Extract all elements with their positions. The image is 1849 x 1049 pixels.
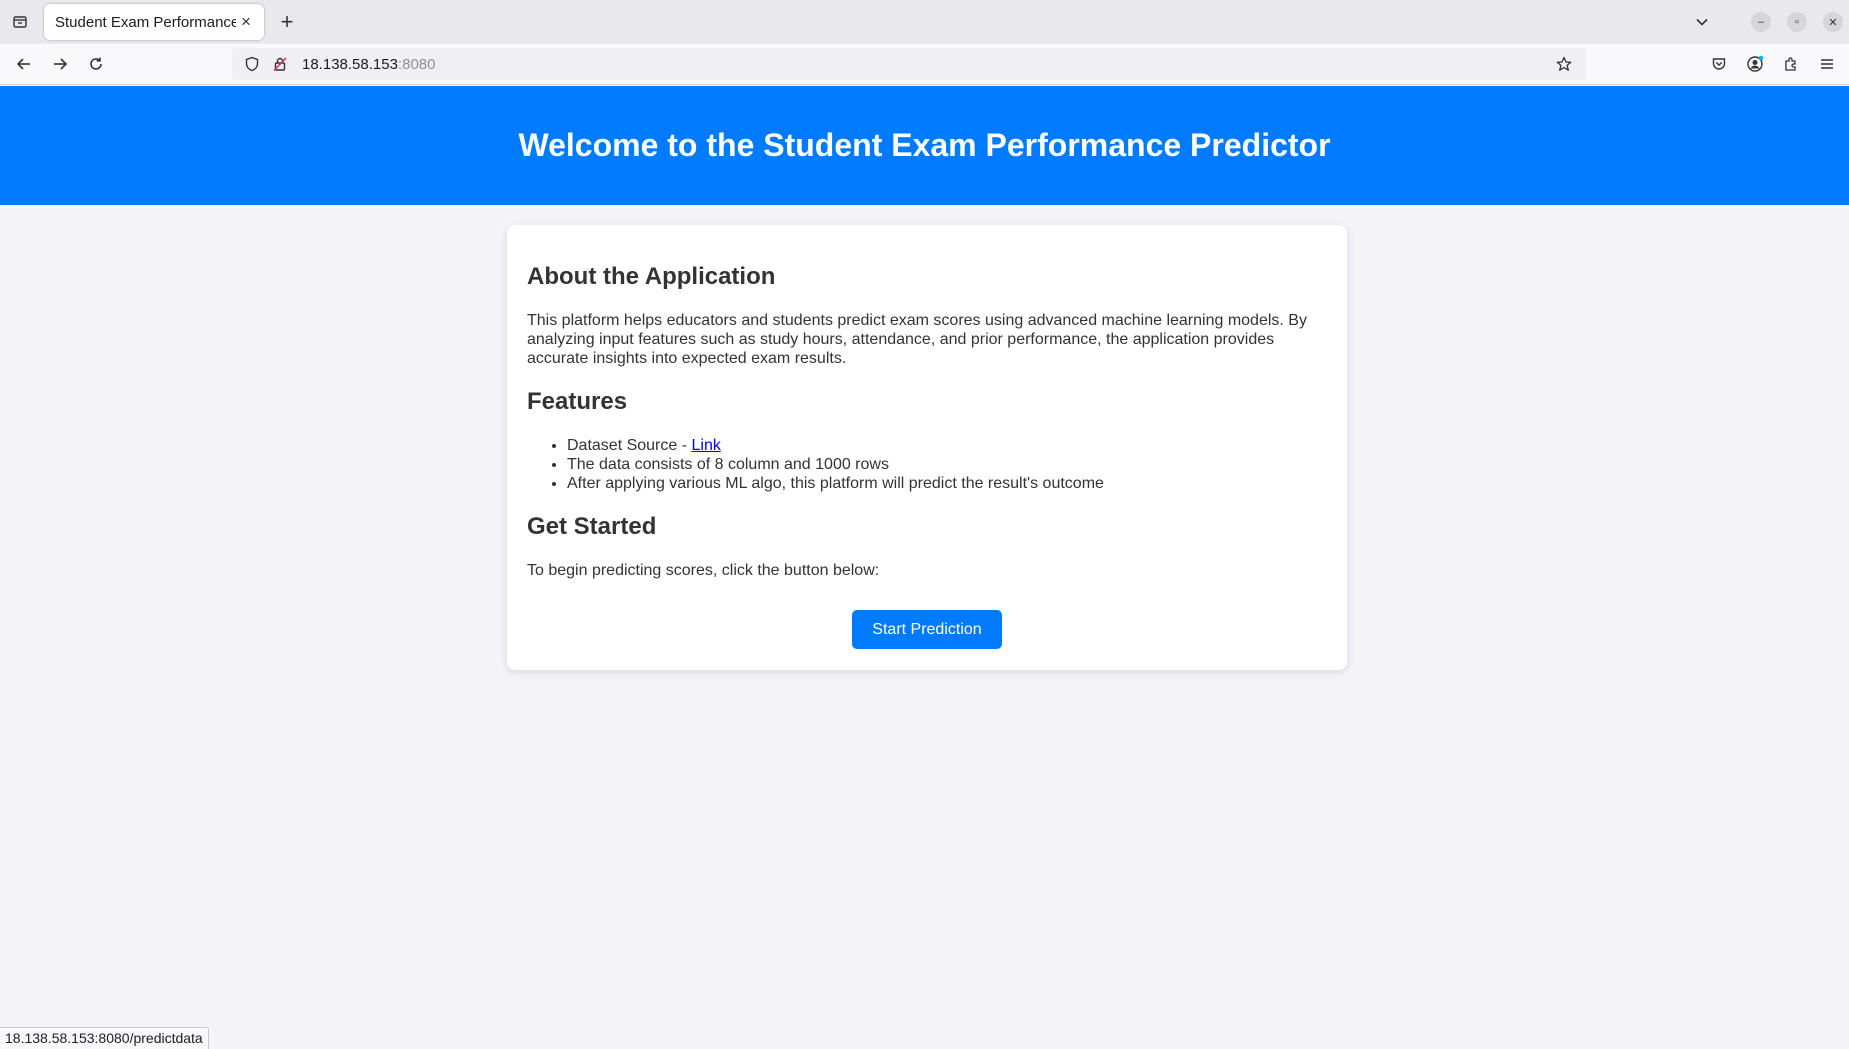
feature-item-data-size: The data consists of 8 column and 1000 r… bbox=[567, 455, 1327, 474]
feature-item-prediction: After applying various ML algo, this pla… bbox=[567, 474, 1327, 493]
tab-overview-icon[interactable] bbox=[6, 8, 34, 36]
browser-tab-active[interactable]: Student Exam Performance × bbox=[44, 4, 264, 40]
bookmark-star-icon[interactable] bbox=[1552, 52, 1576, 76]
browser-nav-bar: 18.138.58.153:8080 bbox=[0, 44, 1849, 85]
status-bar-url: 18.138.58.153:8080/predictdata bbox=[0, 1027, 209, 1049]
pocket-icon[interactable] bbox=[1703, 48, 1735, 80]
account-icon[interactable] bbox=[1739, 48, 1771, 80]
new-tab-icon[interactable]: + bbox=[272, 7, 302, 37]
start-prediction-button[interactable]: Start Prediction bbox=[852, 610, 1002, 649]
close-window-icon[interactable]: ✕ bbox=[1823, 12, 1843, 32]
page-title: Welcome to the Student Exam Performance … bbox=[518, 127, 1331, 163]
url-text[interactable]: 18.138.58.153:8080 bbox=[302, 56, 1552, 73]
back-icon[interactable] bbox=[8, 48, 40, 80]
insecure-lock-icon[interactable] bbox=[270, 54, 290, 74]
features-list: Dataset Source - Link The data consists … bbox=[527, 436, 1327, 493]
feature-item-dataset: Dataset Source - Link bbox=[567, 436, 1327, 455]
about-heading: About the Application bbox=[527, 263, 776, 290]
forward-icon[interactable] bbox=[44, 48, 76, 80]
tab-close-icon[interactable]: × bbox=[236, 12, 256, 32]
button-container: Start Prediction bbox=[527, 610, 1327, 649]
tab-title: Student Exam Performance bbox=[55, 13, 236, 31]
dataset-source-label: Dataset Source - bbox=[567, 437, 692, 454]
hero-banner: Welcome to the Student Exam Performance … bbox=[0, 86, 1849, 205]
info-card: About the Application This platform help… bbox=[507, 225, 1347, 670]
dataset-link[interactable]: Link bbox=[692, 437, 721, 454]
reload-icon[interactable] bbox=[80, 48, 112, 80]
tracking-protection-shield-icon[interactable] bbox=[242, 54, 262, 74]
url-host: 18.138.58.153 bbox=[302, 55, 398, 73]
list-tabs-chevron-icon[interactable] bbox=[1687, 7, 1717, 37]
about-text: This platform helps educators and studen… bbox=[527, 312, 1307, 367]
get-started-heading: Get Started bbox=[527, 513, 657, 540]
menu-hamburger-icon[interactable] bbox=[1811, 48, 1843, 80]
address-bar[interactable]: 18.138.58.153:8080 bbox=[232, 48, 1586, 80]
get-started-text: To begin predicting scores, click the bu… bbox=[527, 562, 880, 579]
page-content: Welcome to the Student Exam Performance … bbox=[0, 86, 1849, 1049]
browser-tab-bar: Student Exam Performance × + – ▫ ✕ bbox=[0, 0, 1849, 44]
extensions-icon[interactable] bbox=[1775, 48, 1807, 80]
minimize-window-icon[interactable]: – bbox=[1751, 12, 1771, 32]
features-heading: Features bbox=[527, 388, 628, 415]
maximize-window-icon[interactable]: ▫ bbox=[1787, 12, 1807, 32]
url-port: :8080 bbox=[397, 55, 436, 73]
